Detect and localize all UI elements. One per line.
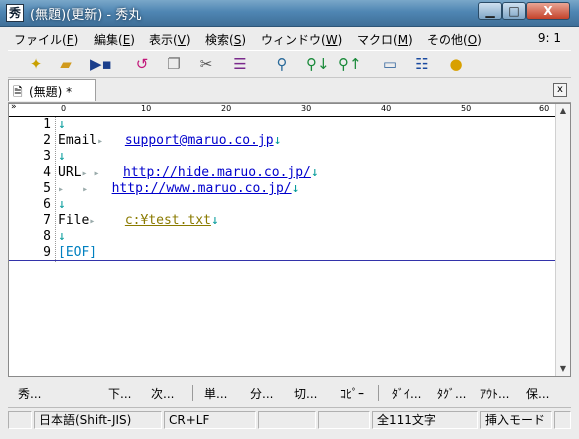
cut-icon[interactable]: ✂: [196, 54, 216, 74]
function-key[interactable]: 保...: [526, 385, 549, 402]
status-newline[interactable]: CR+LF: [164, 411, 256, 429]
status-char-count: 全111文字: [372, 411, 478, 429]
code-line[interactable]: ↓: [58, 229, 66, 244]
function-key-separator: [192, 385, 193, 401]
menu-edit[interactable]: 編集(E): [94, 31, 135, 48]
window-title: (無題)(更新) - 秀丸: [30, 8, 142, 23]
tab-untitled[interactable]: 🗎 (無題) *: [8, 79, 96, 101]
menu-view[interactable]: 表示(V): [149, 31, 191, 48]
function-key[interactable]: ｺﾋﾟｰ: [340, 385, 364, 402]
find-down-icon[interactable]: ⚲↓: [306, 54, 330, 74]
status-encoding[interactable]: 日本語(Shift-JIS): [34, 411, 162, 429]
function-key-bar: 秀... 下... 次... 単... 分... 切... ｺﾋﾟｰ ﾀﾞｲ..…: [8, 381, 571, 405]
status-cell-blank: [8, 411, 32, 429]
scroll-down-icon[interactable]: ▼: [556, 362, 570, 376]
ruler-chevron-icon: »: [11, 102, 17, 112]
line-number: 4: [43, 165, 51, 180]
document-icon: 🗎: [13, 85, 23, 99]
menu-window[interactable]: ウィンドウ(W): [261, 31, 342, 48]
line-number: 6: [43, 197, 51, 212]
function-key[interactable]: ｱｳﾄ...: [480, 385, 509, 402]
ruler-ticks: 0 10 20 30 40 50 60: [61, 104, 551, 116]
function-key[interactable]: ﾀﾞｲ...: [392, 385, 421, 402]
menu-macro[interactable]: マクロ(M): [357, 31, 413, 48]
ruler-label: 30: [301, 104, 312, 113]
open-folder-icon[interactable]: ▰: [56, 54, 76, 74]
close-button[interactable]: X: [526, 2, 570, 20]
code-line[interactable]: ↓: [58, 149, 66, 164]
save-icon[interactable]: ▶▪: [90, 54, 112, 74]
function-key[interactable]: 分...: [250, 385, 273, 402]
function-key[interactable]: ﾀｸﾞ...: [437, 385, 466, 402]
code-line[interactable]: File▸ c:¥test.txt↓: [58, 213, 219, 228]
tab-label: (無題) *: [29, 85, 73, 99]
find-up-icon[interactable]: ⚲↑: [338, 54, 362, 74]
eof-marker: [EOF]: [58, 245, 98, 260]
code-line[interactable]: URL▸ ▸ http://hide.maruo.co.jp/↓: [58, 165, 319, 180]
function-key-separator: [378, 385, 379, 401]
vertical-scrollbar[interactable]: ▲ ▼: [555, 104, 570, 376]
menu-file[interactable]: ファイル(F): [14, 31, 78, 48]
line-number: 1: [43, 117, 51, 132]
window-icon[interactable]: ▭: [380, 54, 400, 74]
maximize-button[interactable]: □: [502, 2, 526, 20]
app-icon[interactable]: 秀: [6, 4, 24, 22]
menu-search[interactable]: 検索(S): [205, 31, 246, 48]
tab-bar: 🗎 (無題) * x: [8, 78, 571, 103]
menu-other[interactable]: その他(O): [427, 31, 482, 48]
function-key[interactable]: 単...: [204, 385, 227, 402]
gutter-divider: [55, 117, 56, 262]
cursor-position: 9: 1: [537, 31, 561, 45]
undo-icon[interactable]: ↺: [132, 54, 152, 74]
tab-close-button[interactable]: x: [553, 83, 567, 97]
function-key[interactable]: 秀...: [18, 385, 41, 402]
url-link[interactable]: http://hide.maruo.co.jp/: [123, 165, 311, 180]
ruler-label: 0: [61, 104, 67, 113]
status-mode[interactable]: 挿入モード: [480, 411, 552, 429]
minimize-button[interactable]: ▁: [478, 2, 502, 20]
code-line[interactable]: [EOF]: [58, 245, 97, 260]
function-key[interactable]: 切...: [294, 385, 317, 402]
ruler: » 0 10 20 30 40 50 60: [9, 102, 557, 117]
line-number: 5: [43, 181, 51, 196]
ruler-label: 20: [221, 104, 232, 113]
toolbar: ✦ ▰ ▶▪ ↺ ❐ ✂ ☰ ⚲ ⚲↓ ⚲↑ ▭ ☷ ●: [8, 50, 571, 78]
code-line[interactable]: Email▸ support@maruo.co.jp↓: [58, 133, 281, 148]
code-line[interactable]: ▸ ▸ http://www.maruo.co.jp/↓: [58, 181, 299, 196]
url-link[interactable]: http://www.maruo.co.jp/: [112, 181, 292, 196]
resize-grip-icon[interactable]: [554, 411, 571, 429]
ruler-label: 10: [141, 104, 152, 113]
ruler-label: 60: [539, 104, 550, 113]
menu-bar: ファイル(F) 編集(E) 表示(V) 検索(S) ウィンドウ(W) マクロ(M…: [8, 27, 571, 50]
status-cell-blank: [318, 411, 370, 429]
macro-icon[interactable]: ●: [446, 54, 466, 74]
function-key[interactable]: 下...: [108, 385, 131, 402]
code-line[interactable]: ↓: [58, 197, 66, 212]
line-number: 2: [43, 133, 51, 148]
new-file-icon[interactable]: ✦: [26, 54, 46, 74]
cursor-line-underline: [9, 260, 557, 261]
paste-icon[interactable]: ☰: [230, 54, 250, 74]
code-line[interactable]: ↓: [58, 117, 66, 132]
line-number: 9: [43, 245, 51, 260]
file-path-link[interactable]: c:¥test.txt: [125, 213, 211, 228]
function-key[interactable]: 次...: [151, 385, 174, 402]
split-window-icon[interactable]: ☷: [412, 54, 432, 74]
email-link[interactable]: support@maruo.co.jp: [125, 133, 274, 148]
status-cell-blank: [258, 411, 316, 429]
status-bar: 日本語(Shift-JIS) CR+LF 全111文字 挿入モード: [8, 407, 571, 432]
ruler-label: 50: [461, 104, 472, 113]
return-mark-icon: ↓: [58, 117, 66, 132]
title-bar[interactable]: 秀 (無題)(更新) - 秀丸 ▁ □ X: [0, 0, 579, 27]
line-number: 7: [43, 213, 51, 228]
editor-pane[interactable]: » 0 10 20 30 40 50 60 1 ↓ 2 Email▸ suppo…: [8, 102, 571, 377]
copy-icon[interactable]: ❐: [164, 54, 184, 74]
scroll-up-icon[interactable]: ▲: [556, 104, 570, 118]
line-number: 3: [43, 149, 51, 164]
hidemaru-window: 秀 (無題)(更新) - 秀丸 ▁ □ X ファイル(F) 編集(E) 表示(V…: [0, 0, 579, 439]
line-number: 8: [43, 229, 51, 244]
find-icon[interactable]: ⚲: [272, 54, 292, 74]
ruler-label: 40: [381, 104, 392, 113]
